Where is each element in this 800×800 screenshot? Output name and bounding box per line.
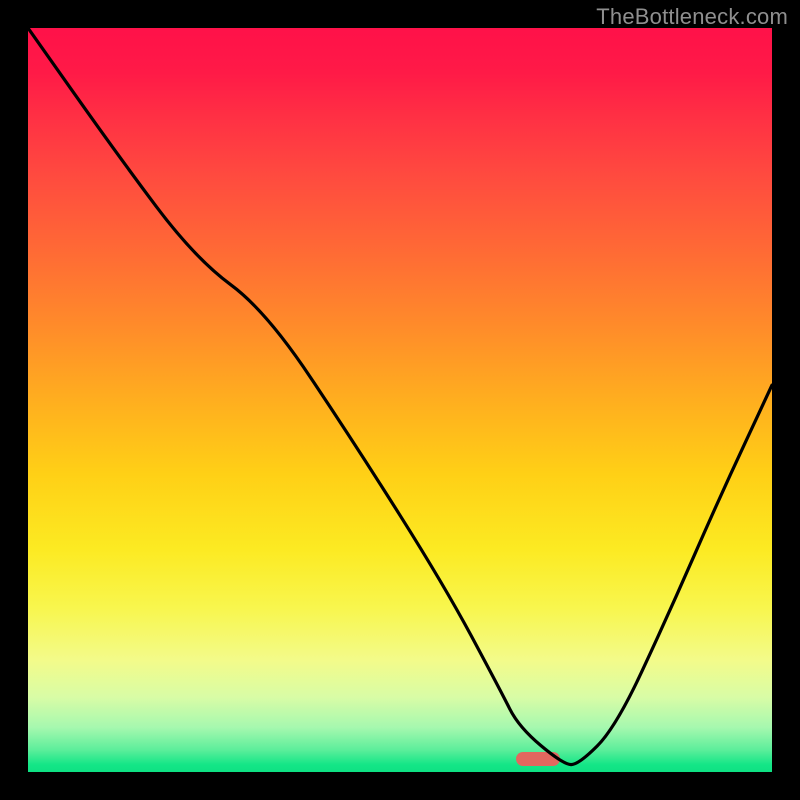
bottleneck-curve — [28, 28, 772, 772]
watermark-text: TheBottleneck.com — [596, 4, 788, 30]
chart-frame: TheBottleneck.com — [0, 0, 800, 800]
bottleneck-curve-path — [28, 28, 772, 765]
plot-area — [28, 28, 772, 772]
